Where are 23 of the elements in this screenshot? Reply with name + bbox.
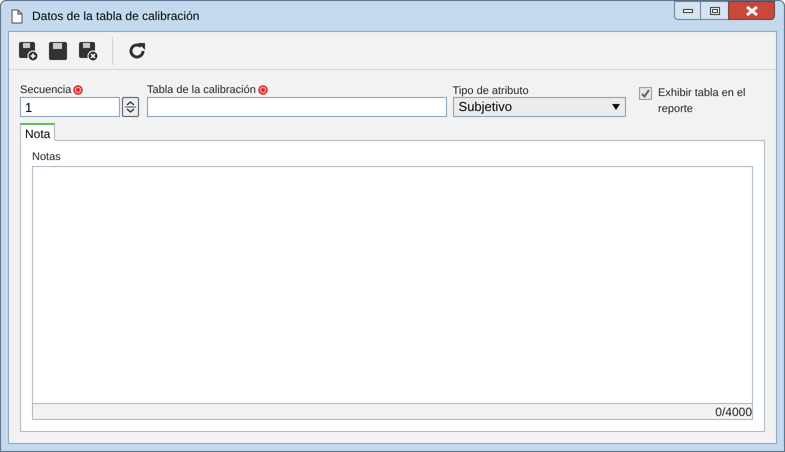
close-icon <box>746 6 758 16</box>
minimize-icon <box>682 8 692 12</box>
minimize-button[interactable] <box>674 1 701 20</box>
field-label: Tipo de atributo <box>452 84 530 97</box>
tab[interactable]: Nota <box>20 123 56 141</box>
calibration-table-field[interactable] <box>146 97 447 117</box>
field-label: Notas <box>32 150 62 165</box>
sequence-field[interactable]: 1 <box>20 97 120 117</box>
dropdown-arrow-icon <box>612 104 620 110</box>
up-down-icon <box>125 100 136 114</box>
attribute-type-dropdown[interactable]: Subjetivo <box>452 97 626 117</box>
maximize-icon <box>710 6 720 14</box>
maximize-button[interactable] <box>701 1 728 20</box>
check-icon <box>641 89 650 98</box>
window-title: Datos de la tabla de calibración <box>32 8 200 25</box>
character-counter: 0/4000 <box>715 404 752 420</box>
document-icon <box>11 8 23 24</box>
field-label: Secuencia <box>20 82 72 98</box>
checkbox-label: Exhibir tabla en el reporte <box>658 86 746 117</box>
field-label: Tabla de la calibración <box>146 82 256 98</box>
checkbox[interactable] <box>639 87 652 100</box>
spinner-button[interactable] <box>122 97 139 117</box>
close-button[interactable] <box>728 1 775 20</box>
